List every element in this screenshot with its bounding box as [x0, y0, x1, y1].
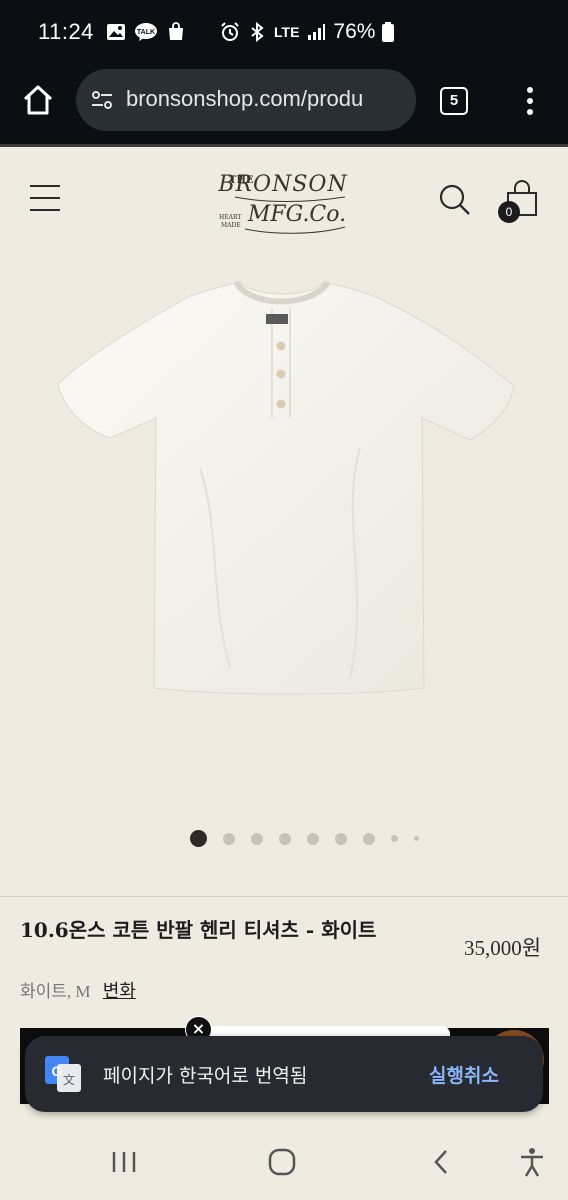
carousel-dot[interactable]: [223, 832, 235, 845]
alarm-icon: [221, 22, 239, 41]
carousel-dot[interactable]: [391, 835, 398, 842]
tab-switcher-button[interactable]: 5: [440, 87, 468, 115]
variant-row: 화이트, M 변화: [20, 977, 136, 1003]
carousel-dot[interactable]: [279, 832, 291, 845]
variant-selection: 화이트, M: [20, 982, 91, 1001]
talk-icon: TALK: [135, 23, 157, 41]
system-status: LTE 76%: [220, 20, 395, 44]
button: [276, 341, 286, 351]
home-icon[interactable]: [20, 82, 56, 118]
bronson-logo[interactable]: THE BRONSON HEART MADE MFG.Co.: [205, 157, 365, 247]
image-carousel-dots: [190, 830, 419, 847]
svg-text:G: G: [52, 1063, 63, 1079]
carousel-dot[interactable]: [414, 836, 419, 841]
shopping-bag-icon: [169, 22, 183, 40]
back-icon[interactable]: [426, 1146, 458, 1178]
signal-icon: [308, 24, 326, 40]
gallery-icon: [107, 24, 125, 40]
accessibility-icon[interactable]: [516, 1146, 548, 1178]
shirt-label: [266, 314, 288, 324]
carousel-dot[interactable]: [363, 832, 375, 845]
site-header: THE BRONSON HEART MADE MFG.Co. 0: [0, 144, 568, 252]
cart-button[interactable]: 0: [498, 179, 542, 223]
status-bar: 11:24 TALK LTE 76%: [0, 0, 568, 66]
button: [276, 399, 286, 409]
svg-text:TALK: TALK: [137, 29, 155, 36]
carousel-dot[interactable]: [335, 832, 347, 845]
system-nav-bar: [0, 1122, 568, 1200]
more-menu-icon[interactable]: [520, 84, 540, 118]
google-translate-icon: G 文: [45, 1056, 81, 1092]
translate-toast: G 文 페이지가 한국어로 번역됨 실행취소: [25, 1036, 543, 1112]
carousel-dot[interactable]: [190, 830, 207, 847]
site-settings-icon[interactable]: [90, 88, 114, 112]
product-title: 10.6온스 코튼 반팔 헨리 티셔츠 - 화이트: [20, 918, 377, 942]
status-time: 11:24: [38, 19, 94, 44]
product-price: 35,000원: [464, 936, 542, 960]
svg-text:HEART: HEART: [219, 214, 241, 221]
battery-icon: [382, 22, 395, 42]
carousel-dot[interactable]: [307, 832, 319, 845]
change-variant-link[interactable]: 변화: [103, 981, 136, 1001]
divider: [0, 896, 568, 897]
button: [276, 369, 286, 379]
url-text: bronsonshop.com/produ: [126, 86, 364, 111]
home-nav-icon[interactable]: [266, 1146, 298, 1178]
carousel-dot[interactable]: [251, 832, 263, 845]
svg-text:BRONSON: BRONSON: [217, 172, 347, 197]
recent-apps-icon[interactable]: [108, 1146, 140, 1178]
svg-text:文: 文: [63, 1072, 75, 1087]
bluetooth-icon: [251, 22, 264, 42]
lte-icon: LTE: [274, 24, 300, 40]
hamburger-menu-icon[interactable]: [30, 185, 60, 215]
battery-percent: 76%: [333, 20, 376, 43]
undo-translate-button[interactable]: 실행취소: [429, 1061, 499, 1088]
svg-text:MFG.Co.: MFG.Co.: [247, 202, 346, 227]
browser-toolbar: bronsonshop.com/produ 5: [0, 66, 568, 144]
product-image-henley-tshirt[interactable]: [40, 268, 528, 708]
svg-text:MADE: MADE: [221, 222, 241, 229]
search-icon[interactable]: [438, 183, 472, 217]
notification-icons: TALK: [106, 22, 186, 42]
translate-message: 페이지가 한국어로 번역됨: [103, 1065, 308, 1087]
cart-count-badge: 0: [498, 201, 520, 223]
address-bar[interactable]: bronsonshop.com/produ: [76, 69, 416, 131]
